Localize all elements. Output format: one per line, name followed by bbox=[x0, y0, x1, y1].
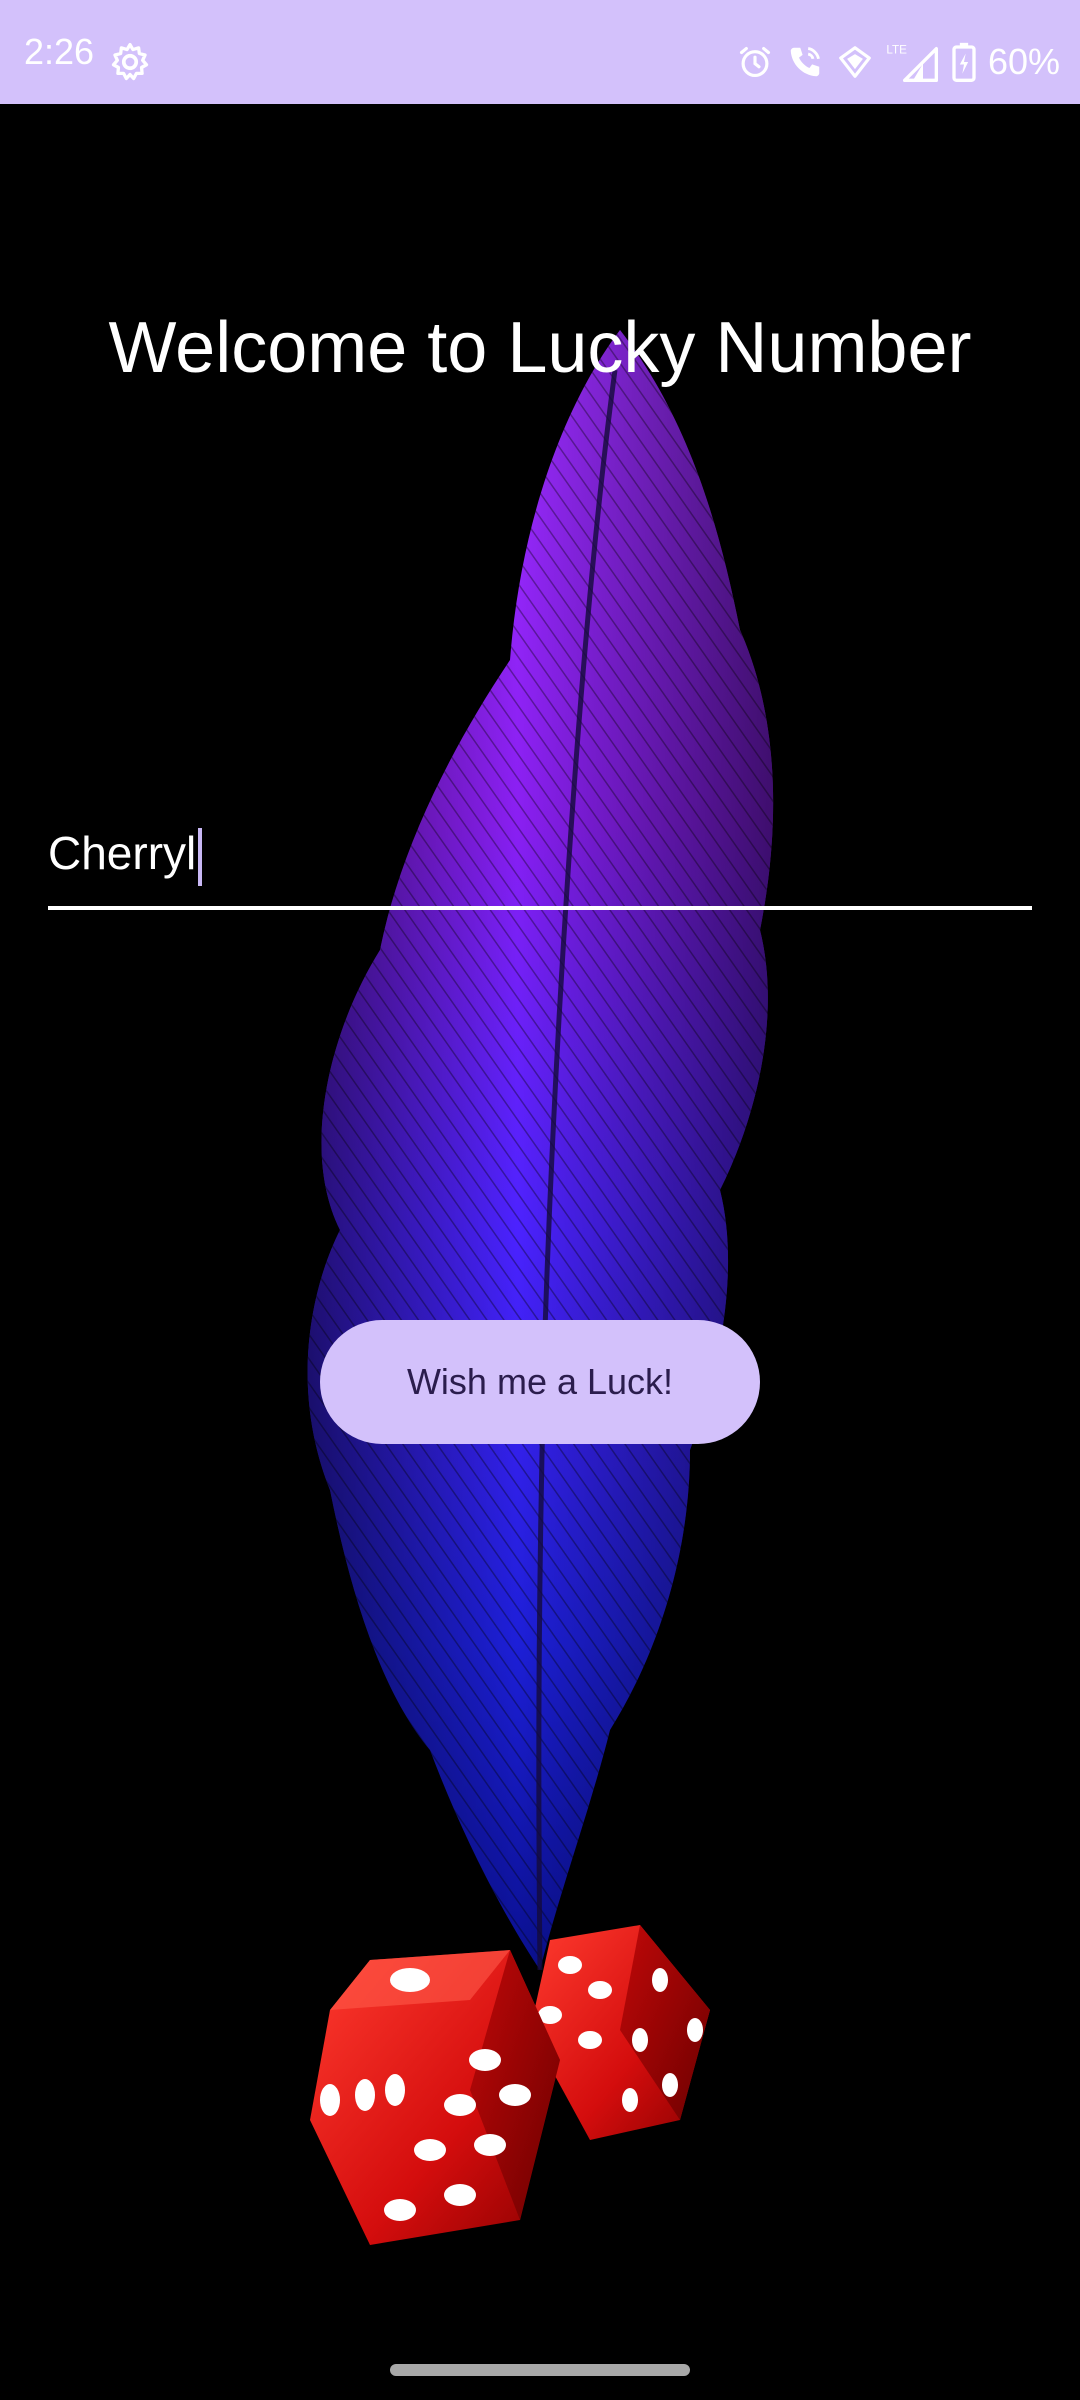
lte-signal-icon: LTE bbox=[886, 44, 938, 82]
battery-percentage: 60% bbox=[987, 41, 1060, 82]
svg-text:LTE: LTE bbox=[886, 44, 907, 57]
status-bar: 2:26 LTE 60% bbox=[0, 0, 1080, 104]
data-saver-icon bbox=[839, 46, 871, 78]
alarm-icon bbox=[739, 46, 770, 78]
name-input[interactable]: Cherryl bbox=[48, 800, 1032, 910]
status-icons: LTE 60% bbox=[736, 40, 1060, 84]
battery-charging-icon bbox=[952, 42, 976, 82]
status-time: 2:26 bbox=[24, 31, 95, 72]
text-cursor bbox=[198, 827, 203, 886]
name-input-value: Cherryl bbox=[48, 827, 197, 879]
red-dice-image bbox=[310, 1925, 710, 2245]
feather-image bbox=[307, 330, 774, 1971]
settings-gear-icon bbox=[111, 42, 149, 81]
gesture-nav-handle[interactable] bbox=[390, 2364, 690, 2376]
wifi-calling-icon bbox=[790, 47, 820, 77]
page-title: Welcome to Lucky Number bbox=[108, 308, 972, 388]
wish-luck-button[interactable]: Wish me a Luck! bbox=[320, 1320, 760, 1444]
lucky-number-screen: 2:26 LTE 60% Welcome to Lucky Number Che… bbox=[0, 0, 1080, 2400]
